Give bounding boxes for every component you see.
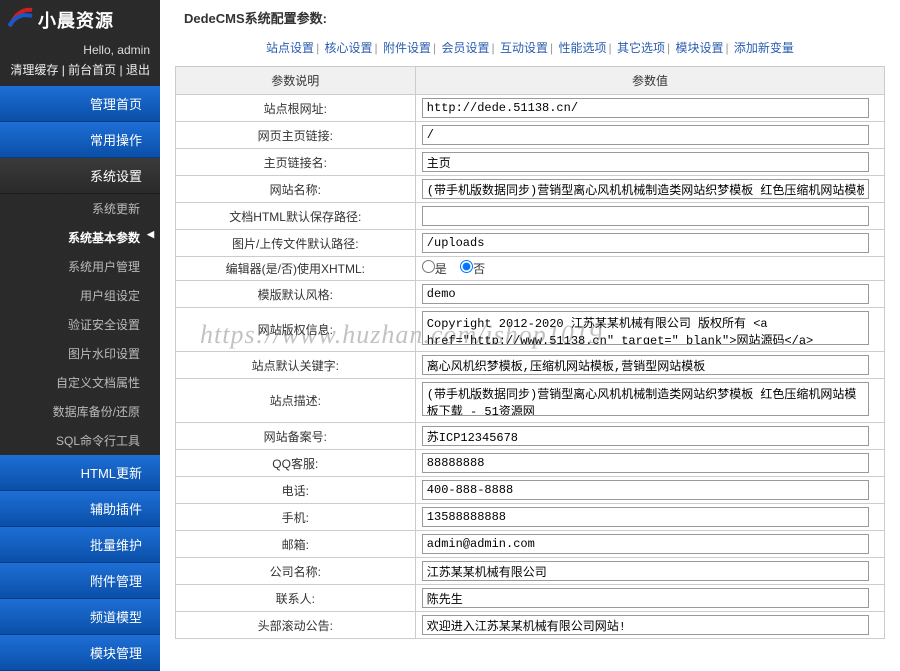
tab-member[interactable]: 会员设置 xyxy=(442,41,490,55)
radio-xhtml-yes-label[interactable]: 是 xyxy=(422,262,447,276)
label-tel: 电话: xyxy=(175,477,415,504)
sub-system-basic[interactable]: 系统基本参数 xyxy=(0,223,160,252)
input-mobile[interactable] xyxy=(422,507,869,527)
label-indexname: 主页链接名: xyxy=(175,149,415,176)
sub-sql[interactable]: SQL命令行工具 xyxy=(0,426,160,455)
tab-interact[interactable]: 互动设置 xyxy=(500,41,548,55)
label-sitename: 网站名称: xyxy=(175,176,415,203)
sub-watermark[interactable]: 图片水印设置 xyxy=(0,339,160,368)
logo: 小晨资源 xyxy=(0,0,160,39)
nav-system-settings[interactable]: 系统设置 xyxy=(0,158,160,194)
tab-other[interactable]: 其它选项 xyxy=(617,41,665,55)
label-beian: 网站备案号: xyxy=(175,423,415,450)
logo-text: 小晨资源 xyxy=(38,7,114,33)
nav-channel[interactable]: 频道模型 xyxy=(0,599,160,635)
sub-user-group[interactable]: 用户组设定 xyxy=(0,281,160,310)
sub-backup[interactable]: 数据库备份/还原 xyxy=(0,397,160,426)
sub-system-update[interactable]: 系统更新 xyxy=(0,194,160,223)
clear-cache-link[interactable]: 清理缓存 xyxy=(10,63,58,77)
main-content: DedeCMS系统配置参数: 站点设置| 核心设置| 附件设置| 会员设置| 互… xyxy=(160,0,900,652)
label-xhtml: 编辑器(是/否)使用XHTML: xyxy=(175,257,415,281)
logo-icon xyxy=(8,6,34,33)
tab-perf[interactable]: 性能选项 xyxy=(558,41,606,55)
nav-plugin[interactable]: 辅助插件 xyxy=(0,491,160,527)
label-qq: QQ客服: xyxy=(175,450,415,477)
input-qq[interactable] xyxy=(422,453,869,473)
input-tplstyle[interactable] xyxy=(422,284,869,304)
label-email: 邮箱: xyxy=(175,531,415,558)
label-tplstyle: 模版默认风格: xyxy=(175,281,415,308)
textarea-description[interactable] xyxy=(422,382,869,416)
input-beian[interactable] xyxy=(422,426,869,446)
config-table: 参数说明 参数值 站点根网址: 网页主页链接: 主页链接名: 网站名称: 文档H… xyxy=(175,66,885,639)
label-contact: 联系人: xyxy=(175,585,415,612)
input-indexname[interactable] xyxy=(422,152,869,172)
textarea-copyright[interactable] xyxy=(422,311,869,345)
th-val: 参数值 xyxy=(415,67,884,95)
th-desc: 参数说明 xyxy=(175,67,415,95)
sidebar: 小晨资源 Hello, admin 清理缓存 | 前台首页 | 退出 管理首页 … xyxy=(0,0,160,652)
label-mobile: 手机: xyxy=(175,504,415,531)
nav-module[interactable]: 模块管理 xyxy=(0,635,160,671)
input-tel[interactable] xyxy=(422,480,869,500)
radio-xhtml-no[interactable] xyxy=(460,260,473,273)
input-contact[interactable] xyxy=(422,588,869,608)
label-company: 公司名称: xyxy=(175,558,415,585)
greeting: Hello, admin xyxy=(0,39,160,59)
input-keywords[interactable] xyxy=(422,355,869,375)
input-uploadpath[interactable] xyxy=(422,233,869,253)
tab-addvar[interactable]: 添加新变量 xyxy=(734,41,794,55)
input-htmlpath[interactable] xyxy=(422,206,869,226)
label-htmlpath: 文档HTML默认保存路径: xyxy=(175,203,415,230)
input-scroll[interactable] xyxy=(422,615,869,635)
page-title: DedeCMS系统配置参数: xyxy=(160,0,900,33)
top-links: 清理缓存 | 前台首页 | 退出 xyxy=(0,59,160,86)
sub-docattr[interactable]: 自定义文档属性 xyxy=(0,368,160,397)
label-copyright: 网站版权信息: xyxy=(175,308,415,352)
input-email[interactable] xyxy=(422,534,869,554)
nav-html-update[interactable]: HTML更新 xyxy=(0,455,160,491)
tab-core[interactable]: 核心设置 xyxy=(325,41,373,55)
tab-module[interactable]: 模块设置 xyxy=(675,41,723,55)
label-baseurl: 站点根网址: xyxy=(175,95,415,122)
radio-xhtml-no-label[interactable]: 否 xyxy=(460,262,485,276)
logout-link[interactable]: 退出 xyxy=(126,63,150,77)
tab-site[interactable]: 站点设置 xyxy=(266,41,314,55)
input-baseurl[interactable] xyxy=(422,98,869,118)
label-keywords: 站点默认关键字: xyxy=(175,352,415,379)
label-description: 站点描述: xyxy=(175,379,415,423)
input-sitename[interactable] xyxy=(422,179,869,199)
input-indexlink[interactable] xyxy=(422,125,869,145)
config-tabs: 站点设置| 核心设置| 附件设置| 会员设置| 互动设置| 性能选项| 其它选项… xyxy=(160,33,900,66)
label-uploadpath: 图片/上传文件默认路径: xyxy=(175,230,415,257)
nav-home[interactable]: 管理首页 xyxy=(0,86,160,122)
nav-common[interactable]: 常用操作 xyxy=(0,122,160,158)
label-indexlink: 网页主页链接: xyxy=(175,122,415,149)
label-scroll: 头部滚动公告: xyxy=(175,612,415,639)
tab-attach[interactable]: 附件设置 xyxy=(383,41,431,55)
sub-system-user[interactable]: 系统用户管理 xyxy=(0,252,160,281)
frontend-link[interactable]: 前台首页 xyxy=(68,63,116,77)
sub-security[interactable]: 验证安全设置 xyxy=(0,310,160,339)
nav-attach[interactable]: 附件管理 xyxy=(0,563,160,599)
nav-batch[interactable]: 批量维护 xyxy=(0,527,160,563)
input-company[interactable] xyxy=(422,561,869,581)
radio-xhtml-yes[interactable] xyxy=(422,260,435,273)
